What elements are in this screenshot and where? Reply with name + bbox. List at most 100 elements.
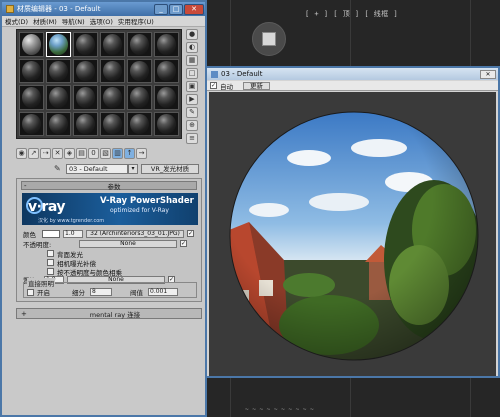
preview-app-icon (211, 70, 218, 78)
material-slot[interactable] (154, 85, 179, 110)
color-map-checkbox[interactable]: ✓ (187, 230, 194, 237)
make-unique-icon[interactable]: ◈ (64, 148, 75, 159)
show-end-result-icon[interactable]: ▥ (112, 148, 123, 159)
material-sphere-icon (130, 34, 149, 55)
material-map-navigator-icon[interactable]: ≡ (186, 133, 198, 144)
viewcube-face-icon[interactable] (262, 32, 276, 46)
preview-toolbar: ✓ 自动 更新 (207, 81, 498, 91)
update-button[interactable]: 更新 (243, 81, 270, 90)
minimize-button[interactable]: _ (154, 3, 168, 15)
menu-mode[interactable]: 模式(D) (5, 16, 28, 26)
material-sphere-icon (22, 113, 41, 134)
menu-material[interactable]: 材质(M) (33, 16, 57, 26)
select-by-material-icon[interactable]: ⊕ (186, 120, 198, 131)
material-slot[interactable] (73, 85, 98, 110)
show-map-icon[interactable]: ▧ (100, 148, 111, 159)
material-sphere-icon (49, 113, 68, 134)
color-row: 颜色 1.0 32 (Archinteriors3_03_01.JPG) ✓ (23, 229, 194, 239)
material-type-button[interactable]: VR_发光材质 (141, 163, 199, 174)
maximize-button[interactable]: □ (169, 3, 183, 15)
cutoff-spinner[interactable]: 0.001 (148, 288, 178, 296)
menu-utilities[interactable]: 实用程序(U) (118, 16, 154, 26)
compensate-checkbox[interactable] (47, 259, 54, 266)
bottom-toolbar: ◉ ↗ ⇢ ✕ ◈ ▤ 0 ▧ ▥ ↑ → (16, 148, 202, 160)
material-sphere-icon (76, 60, 95, 81)
material-slot[interactable] (154, 58, 179, 83)
multiply-checkbox[interactable] (47, 268, 54, 275)
make-preview-icon[interactable]: ▶ (186, 94, 198, 105)
material-slot-grid (16, 29, 182, 139)
material-slot[interactable] (46, 85, 71, 110)
material-slot[interactable] (100, 85, 125, 110)
material-name-dropdown-icon[interactable]: ▾ (128, 163, 138, 174)
material-slot[interactable] (46, 58, 71, 83)
material-slot[interactable] (46, 32, 71, 57)
material-sphere-icon (49, 60, 68, 81)
material-slot[interactable] (127, 32, 152, 57)
material-slot[interactable] (100, 111, 125, 136)
opacity-map-button[interactable]: None (79, 239, 177, 248)
direct-light-row: 开启 细分 8 阀值 0.001 (27, 287, 178, 297)
viewport-status: ~ ~ ~ ~ ~ ~ ~ ~ ~ ~ (245, 406, 314, 413)
viewcube[interactable] (252, 22, 286, 56)
material-slot[interactable] (73, 111, 98, 136)
material-slot[interactable] (127, 58, 152, 83)
material-id-icon[interactable]: 0 (88, 148, 99, 159)
backface-checkbox[interactable] (47, 250, 54, 257)
backlight-icon[interactable]: ◐ (186, 42, 198, 53)
direct-light-on-label: 开启 (37, 289, 50, 297)
viewport-label[interactable]: [ + ] [ 顶 ] [ 线框 ] (305, 9, 398, 19)
mental-ray-rollout-header[interactable]: + mental ray 连接 (16, 308, 202, 319)
material-slot[interactable] (127, 111, 152, 136)
material-editor-title: 材质编辑器 - 03 - Default (17, 5, 101, 13)
sample-type-icon[interactable]: ● (186, 29, 198, 40)
material-name-row: ✎ 03 - Default ▾ VR_发光材质 (54, 163, 204, 174)
options-icon[interactable]: ✎ (186, 107, 198, 118)
preview-titlebar[interactable]: 03 - Default ✕ (207, 68, 498, 80)
material-slot[interactable] (46, 111, 71, 136)
color-multiplier-spinner[interactable]: 1.0 (63, 229, 83, 238)
material-slot[interactable] (127, 85, 152, 110)
menu-navigation[interactable]: 导航(N) (62, 16, 85, 26)
material-preview-window: 03 - Default ✕ ✓ 自动 更新 (205, 66, 500, 378)
rollout-expand-icon[interactable]: + (21, 310, 29, 318)
go-forward-icon[interactable]: → (136, 148, 147, 159)
color-swatch[interactable] (42, 229, 60, 238)
vray-logo-text: v·ray (28, 199, 66, 215)
material-slot[interactable] (19, 111, 44, 136)
material-slot[interactable] (100, 58, 125, 83)
opacity-map-checkbox[interactable]: ✓ (180, 240, 187, 247)
subdivs-spinner[interactable]: 8 (90, 288, 112, 296)
material-editor-titlebar[interactable]: 材质编辑器 - 03 - Default _ □ ✕ (2, 2, 205, 16)
rollout-collapse-icon[interactable]: - (24, 182, 32, 190)
uv-tiling-icon[interactable]: □ (186, 68, 198, 79)
background-icon[interactable]: ▦ (186, 55, 198, 66)
material-slot[interactable] (154, 32, 179, 57)
params-rollout-header[interactable]: - 参数 (21, 181, 197, 191)
material-slot[interactable] (154, 111, 179, 136)
color-map-button[interactable]: 32 (Archinteriors3_03_01.JPG) (86, 229, 184, 238)
go-to-parent-icon[interactable]: ↑ (124, 148, 135, 159)
material-slot[interactable] (73, 32, 98, 57)
material-slot[interactable] (73, 58, 98, 83)
close-button[interactable]: ✕ (184, 3, 204, 15)
pick-material-icon[interactable]: ✎ (54, 164, 64, 174)
material-slot[interactable] (19, 32, 44, 57)
direct-light-on-checkbox[interactable] (27, 288, 34, 296)
put-to-library-icon[interactable]: ▤ (76, 148, 87, 159)
assign-to-selection-icon[interactable]: ⇢ (40, 148, 51, 159)
material-slot[interactable] (100, 32, 125, 57)
put-to-scene-icon[interactable]: ↗ (28, 148, 39, 159)
material-slot[interactable] (19, 58, 44, 83)
auto-update-checkbox[interactable]: ✓ (210, 82, 217, 89)
material-sphere-icon (103, 87, 122, 108)
get-material-icon[interactable]: ◉ (16, 148, 27, 159)
reset-map-icon[interactable]: ✕ (52, 148, 63, 159)
menu-options[interactable]: 选项(O) (90, 16, 113, 26)
video-check-icon[interactable]: ▣ (186, 81, 198, 92)
material-name-field[interactable]: 03 - Default (66, 163, 128, 174)
params-rollout: - 参数 v·ray V-Ray PowerShader optimized f… (16, 178, 202, 302)
material-slot[interactable] (19, 85, 44, 110)
material-sphere-icon (76, 34, 95, 55)
preview-close-button[interactable]: ✕ (480, 69, 496, 79)
